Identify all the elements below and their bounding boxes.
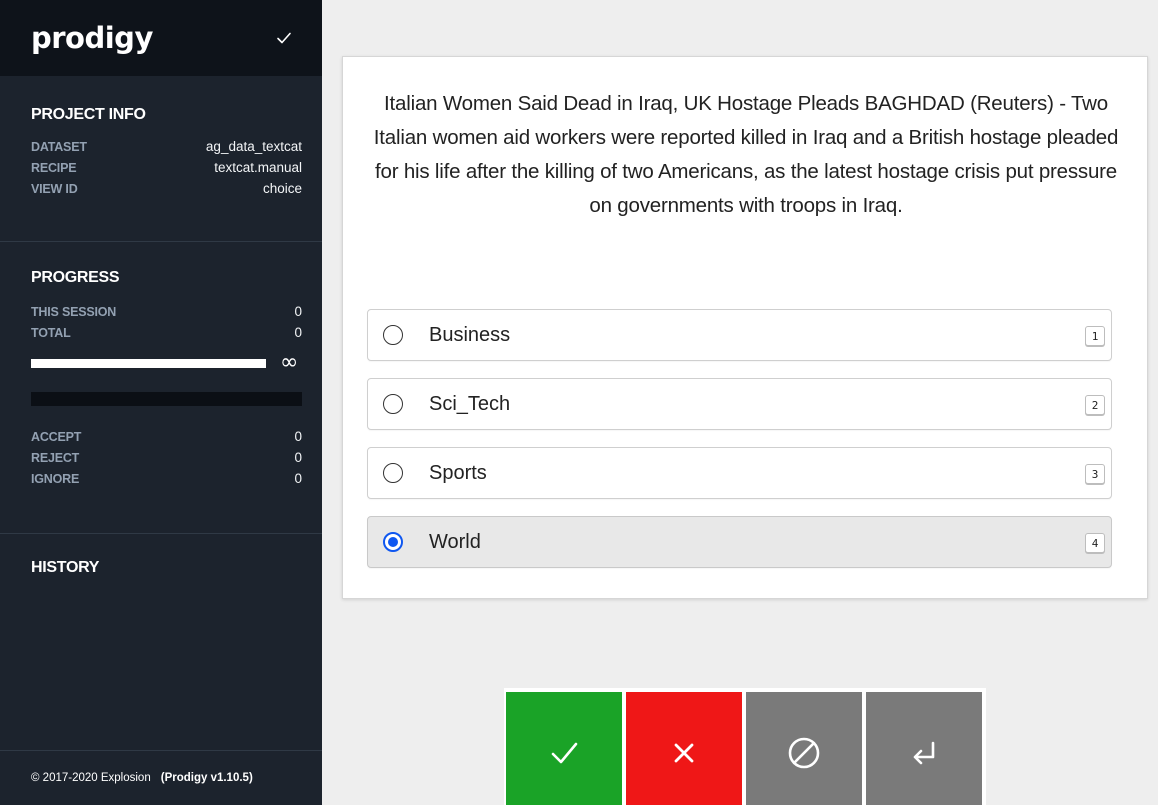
view-id-value: choice (262, 181, 302, 196)
dataset-row: DATASET ag_data_textcat (31, 136, 302, 157)
reject-button[interactable] (626, 692, 742, 805)
dataset-value: ag_data_textcat (205, 139, 302, 154)
accept-count-value: 0 (294, 429, 302, 444)
session-progress-track (31, 392, 302, 406)
option-world[interactable]: World 4 (367, 516, 1112, 568)
total-label: TOTAL (31, 325, 71, 340)
recipe-label: RECIPE (31, 160, 77, 175)
keyboard-shortcut-badge: 1 (1085, 326, 1105, 346)
undo-icon (904, 733, 944, 773)
history-title: HISTORY (31, 559, 100, 576)
dataset-label: DATASET (31, 139, 87, 154)
option-label: Sci_Tech (429, 392, 511, 415)
progress-bar-fill (31, 358, 266, 368)
keyboard-shortcut-badge: 2 (1085, 395, 1105, 415)
this-session-row: THIS SESSION 0 (31, 301, 302, 322)
option-sports[interactable]: Sports 3 (367, 447, 1112, 499)
ignore-icon (784, 733, 824, 773)
accept-button[interactable] (506, 692, 622, 805)
option-business[interactable]: Business 1 (367, 309, 1112, 361)
option-label: Sports (429, 461, 487, 484)
radio-button-selected[interactable] (383, 532, 403, 552)
recipe-row: RECIPE textcat.manual (31, 157, 302, 178)
ignore-count-label: IGNORE (31, 471, 80, 486)
total-value: 0 (294, 325, 302, 340)
option-sci-tech[interactable]: Sci_Tech 2 (367, 378, 1112, 430)
history-section: HISTORY (0, 533, 322, 577)
version-link[interactable]: (Prodigy v1.10.5) (161, 772, 253, 784)
radio-button[interactable] (383, 463, 403, 483)
answer-counts: ACCEPT 0 REJECT 0 IGNORE 0 (31, 426, 302, 489)
accept-count-row: ACCEPT 0 (31, 426, 302, 447)
infinity-symbol: ∞ (280, 350, 299, 375)
check-icon (544, 733, 584, 773)
radio-button[interactable] (383, 394, 403, 414)
reject-count-label: REJECT (31, 450, 80, 465)
total-row: TOTAL 0 (31, 322, 302, 343)
ignore-count-row: IGNORE 0 (31, 468, 302, 489)
ignore-button[interactable] (746, 692, 862, 805)
undo-button[interactable] (866, 692, 982, 805)
choice-options: Business 1 Sci_Tech 2 Sports 3 World 4 (367, 309, 1112, 585)
progress-title: PROGRESS (31, 269, 120, 286)
sidebar-footer: © 2017-2020 Explosion (Prodigy v1.10.5) (0, 750, 322, 805)
view-id-row: VIEW ID choice (31, 178, 302, 199)
copyright-text: © 2017-2020 Explosion (31, 772, 151, 784)
ignore-count-value: 0 (294, 471, 302, 486)
view-id-label: VIEW ID (31, 181, 78, 196)
sidebar-header: prodigy (0, 0, 322, 76)
prodigy-logo: prodigy (31, 21, 153, 55)
keyboard-shortcut-badge: 4 (1085, 533, 1105, 553)
task-text: Italian Women Said Dead in Iraq, UK Host… (373, 92, 1119, 217)
check-icon[interactable] (276, 30, 292, 46)
x-icon (664, 733, 704, 773)
total-progress-bar: ∞ (31, 352, 302, 374)
sidebar: prodigy PROJECT INFO DATASET ag_data_tex… (0, 0, 322, 805)
project-info-title: PROJECT INFO (31, 106, 146, 123)
accept-count-label: ACCEPT (31, 429, 82, 444)
keyboard-shortcut-badge: 3 (1085, 464, 1105, 484)
radio-button[interactable] (383, 325, 403, 345)
this-session-label: THIS SESSION (31, 304, 117, 319)
reject-count-value: 0 (294, 450, 302, 465)
annotation-card: Italian Women Said Dead in Iraq, UK Host… (342, 56, 1148, 599)
action-buttons (504, 688, 986, 805)
project-info-section: PROJECT INFO DATASET ag_data_textcat REC… (0, 76, 322, 241)
option-label: World (429, 530, 481, 553)
reject-count-row: REJECT 0 (31, 447, 302, 468)
this-session-value: 0 (294, 304, 302, 319)
progress-section: PROGRESS THIS SESSION 0 TOTAL 0 ∞ ACCEPT… (0, 241, 322, 533)
option-label: Business (429, 323, 511, 346)
recipe-value: textcat.manual (214, 160, 302, 175)
